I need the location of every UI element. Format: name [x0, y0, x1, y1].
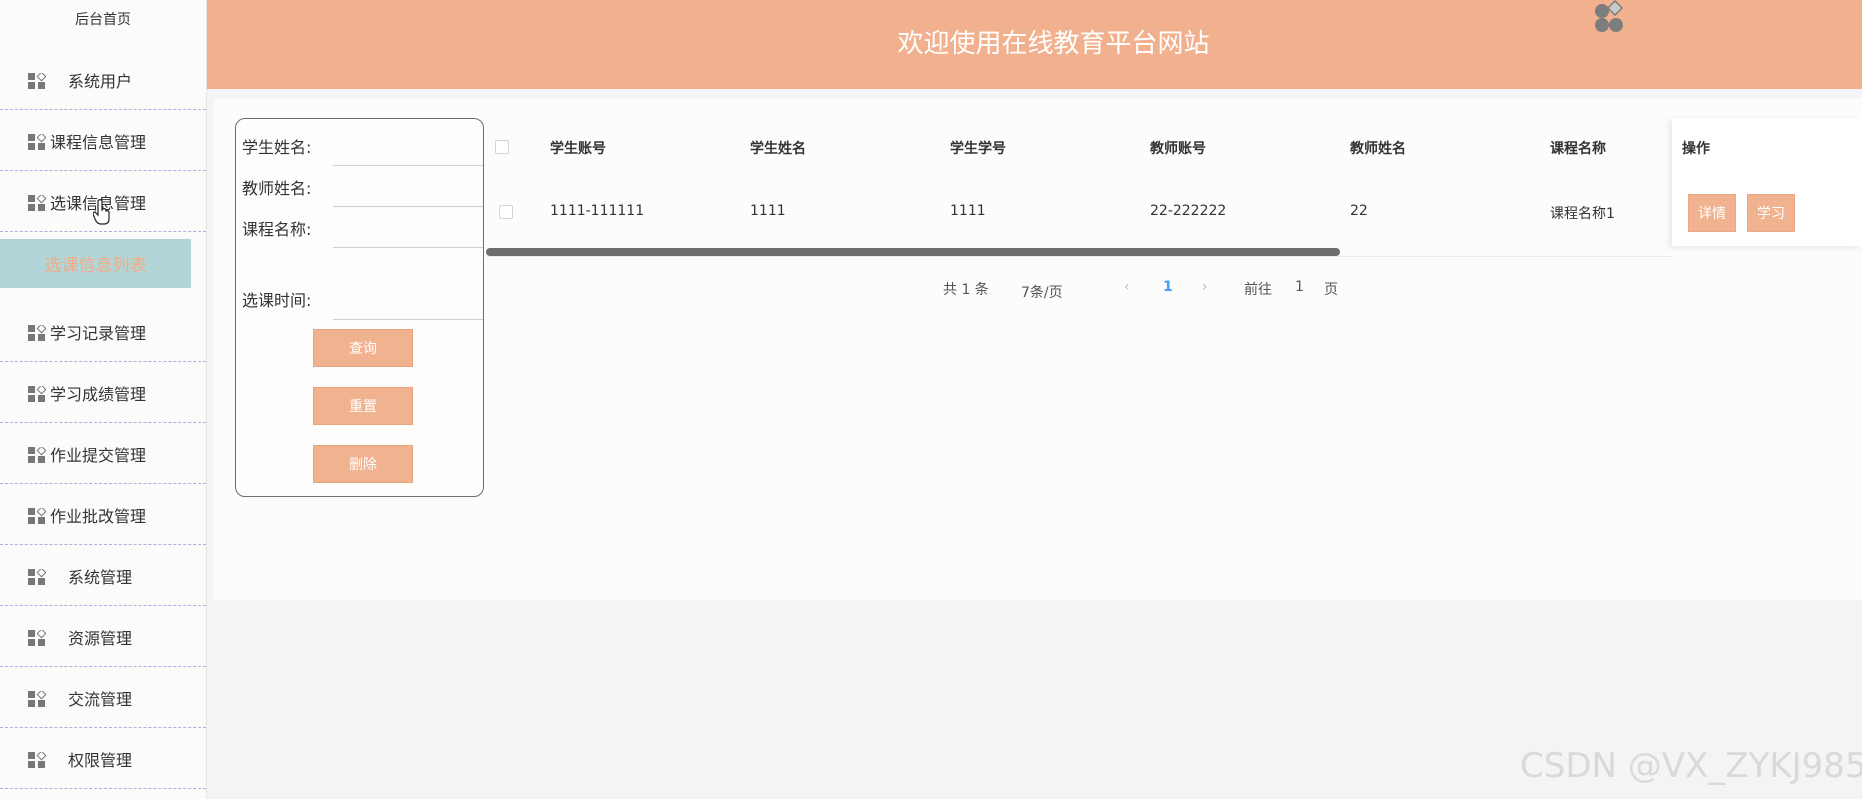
column-header: 教师账号 [1150, 141, 1206, 157]
sidebar-item-homework-submit[interactable]: 作业提交管理 [0, 424, 206, 484]
sidebar-item-label: 作业批改管理 [50, 507, 147, 526]
column-header: 学生姓名 [750, 141, 806, 157]
grid-icon [28, 195, 46, 211]
grid-icon [28, 325, 46, 341]
sidebar-item-system-management[interactable]: 系统管理 [0, 546, 206, 606]
table-cell: 课程名称1 [1550, 206, 1615, 222]
sidebar-home-link[interactable]: 后台首页 [0, 0, 206, 38]
select-time-label: 选课时间: [242, 291, 312, 310]
detail-button-label: 详情 [1698, 206, 1726, 222]
page-size-value: 7条/页 [1021, 285, 1063, 301]
course-name-label: 课程名称: [242, 220, 312, 239]
column-header: 学生学号 [950, 141, 1006, 157]
delete-button-label: 删除 [349, 457, 377, 473]
goto-label: 前往 [1244, 282, 1272, 298]
sidebar-item-label: 作业提交管理 [50, 446, 147, 465]
student-name-label: 学生姓名: [242, 138, 312, 157]
grid-icon [28, 447, 46, 463]
sidebar-home-label: 后台首页 [75, 12, 131, 28]
sidebar-item-label: 资源管理 [67, 629, 132, 648]
sidebar-item-study-records[interactable]: 学习记录管理 [0, 302, 206, 362]
sidebar-item-label: 系统管理 [67, 568, 132, 587]
horizontal-scrollbar[interactable] [486, 248, 1340, 256]
next-page-icon[interactable]: › [1202, 279, 1208, 295]
pagination-total: 共 1 条 [943, 282, 989, 298]
sidebar-item-system-users[interactable]: 系统用户 [0, 50, 206, 110]
sidebar-item-resource-management[interactable]: 资源管理 [0, 607, 206, 667]
teacher-name-input[interactable] [333, 176, 483, 207]
sidebar-item-label: 学习记录管理 [50, 324, 147, 343]
sidebar-item-label: 选课信息管理 [50, 172, 190, 232]
sidebar-item-homework-grading[interactable]: 作业批改管理 [0, 485, 206, 545]
table-cell: 22-222222 [1150, 203, 1227, 219]
column-header: 学生账号 [550, 141, 606, 157]
reset-button[interactable]: 重置 [313, 387, 413, 425]
user-menu-icon[interactable] [1593, 0, 1627, 34]
goto-page-input[interactable]: 1 [1295, 279, 1304, 295]
course-name-input[interactable] [333, 217, 483, 248]
detail-button[interactable]: 详情 [1688, 194, 1736, 232]
top-header: 欢迎使用在线教育平台网站 [207, 0, 1862, 89]
sidebar-item-communication-management[interactable]: 交流管理 [0, 668, 206, 728]
table-cell: 1111 [950, 203, 986, 219]
sidebar-item-study-scores[interactable]: 学习成绩管理 [0, 363, 206, 423]
student-name-input[interactable] [333, 135, 483, 166]
page-size-select[interactable]: 7条/页 ⌄ [1021, 279, 1063, 301]
column-header: 教师姓名 [1350, 141, 1406, 157]
sidebar-item-label: 权限管理 [67, 751, 132, 770]
grid-icon [28, 386, 46, 402]
row-checkbox[interactable] [499, 205, 513, 219]
study-button-label: 学习 [1757, 206, 1785, 222]
column-header: 课程名称 [1550, 141, 1606, 157]
select-all-checkbox[interactable] [495, 140, 509, 154]
teacher-name-label: 教师姓名: [242, 179, 312, 198]
sidebar-item-label: 交流管理 [67, 690, 132, 709]
table-cell: 1111-111111 [550, 203, 645, 219]
grid-icon [28, 134, 46, 150]
study-button[interactable]: 学习 [1747, 194, 1795, 232]
sidebar-subitem-label: 选课信息列表 [44, 256, 147, 276]
sidebar-item-label: 课程信息管理 [50, 133, 147, 152]
grid-icon [28, 508, 46, 524]
delete-button[interactable]: 删除 [313, 445, 413, 483]
page-suffix: 页 [1324, 282, 1338, 298]
reset-button-label: 重置 [349, 399, 377, 415]
page-number-current[interactable]: 1 [1163, 279, 1173, 295]
watermark: CSDN @VX_ZYKJ985 [1520, 746, 1862, 786]
query-button-label: 查询 [349, 341, 377, 357]
query-button[interactable]: 查询 [313, 329, 413, 367]
table-cell: 1111 [750, 203, 786, 219]
data-table: 学生账号 学生姓名 学生学号 教师账号 教师姓名 课程名称 1111-11111… [486, 118, 1862, 256]
select-time-input[interactable] [333, 289, 483, 320]
prev-page-icon[interactable]: ‹ [1124, 279, 1130, 295]
sidebar-item-course-info[interactable]: 课程信息管理 [0, 111, 206, 171]
sidebar-item-label: 学习成绩管理 [50, 385, 147, 404]
row-divider [486, 256, 1672, 257]
sidebar-item-permission-management[interactable]: 权限管理 [0, 729, 206, 789]
table-cell: 22 [1350, 203, 1368, 219]
sidebar: 后台首页 系统用户 课程信息管理 选课信息管理 选课信息列表 学习记录管理 学习… [0, 0, 207, 799]
search-form: 学生姓名: 教师姓名: 课程名称: 选课时间: 查询 重置 删除 [235, 118, 484, 497]
column-header: 操作 [1682, 141, 1710, 157]
sidebar-item-label: 系统用户 [67, 72, 132, 91]
sidebar-subitem-course-selection-list[interactable]: 选课信息列表 [0, 239, 191, 288]
hand-cursor-icon [93, 199, 110, 225]
operations-column: 操作 详情 学习 [1672, 118, 1862, 246]
